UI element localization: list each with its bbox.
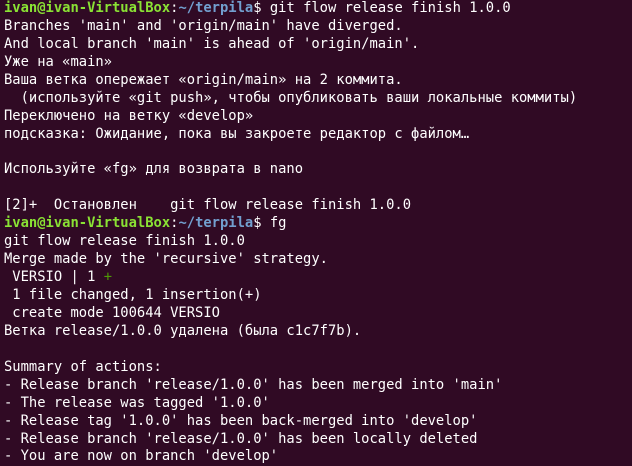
output-line: 1 file changed, 1 insertion(+)	[4, 287, 262, 303]
output-line: Ваша ветка опережает «origin/main» на 2 …	[4, 71, 403, 88]
output-line: (используйте «git push», чтобы опубликов…	[4, 89, 578, 106]
output-line: Ветка release/1.0.0 удалена (была c1c7f7…	[4, 322, 362, 339]
summary-item: - The release was tagged '1.0.0'	[4, 394, 270, 411]
job-status-line: [2]+ Остановлен git flow release finish …	[4, 197, 412, 214]
prompt-user-host: ivan@ivan-VirtualBox	[4, 215, 171, 232]
prompt-user-host: ivan@ivan-VirtualBox	[4, 0, 171, 16]
summary-item: - Release tag '1.0.0' has been back-merg…	[4, 412, 478, 429]
prompt-path: ~/terpila	[178, 0, 254, 16]
output-line: Используйте «fg» для возврата в nano	[4, 161, 304, 178]
prompt-line: ivan@ivan-VirtualBox:~/terpila$ fg	[4, 215, 632, 233]
terminal-window[interactable]: ivan@ivan-VirtualBox:~/terpila$ git flow…	[0, 0, 632, 466]
summary-item: - You are now on branch 'develop'	[4, 448, 279, 465]
output-line: git flow release finish 1.0.0	[4, 233, 245, 250]
output-line: And local branch 'main' is ahead of 'ori…	[4, 35, 420, 52]
prompt-line: ivan@ivan-VirtualBox:~/terpila$ git flow…	[4, 0, 632, 18]
diffstat-plus: +	[103, 269, 112, 286]
diffstat-line: VERSIO | 1 +	[4, 269, 632, 287]
output-line: create mode 100644 VERSIO	[4, 304, 220, 321]
output-line: Переключено на ветку «develop»	[4, 107, 254, 124]
command-text: fg	[269, 215, 287, 232]
output-line: подсказка: Ожидание, пока вы закроете ре…	[4, 125, 470, 142]
command-text: git flow release finish 1.0.0	[269, 0, 511, 16]
output-line: Merge made by the 'recursive' strategy.	[4, 251, 328, 268]
prompt-symbol: $	[253, 0, 270, 16]
summary-item: - Release branch 'release/1.0.0' has bee…	[4, 376, 503, 393]
output-line: Уже на «main»	[4, 53, 112, 70]
summary-heading: Summary of actions:	[4, 358, 162, 375]
diffstat-text: VERSIO | 1	[4, 269, 104, 286]
summary-item: - Release branch 'release/1.0.0' has bee…	[4, 430, 478, 447]
output-line: Branches 'main' and 'origin/main' have d…	[4, 17, 403, 34]
prompt-path: ~/terpila	[178, 215, 254, 232]
prompt-symbol: $	[253, 215, 270, 232]
